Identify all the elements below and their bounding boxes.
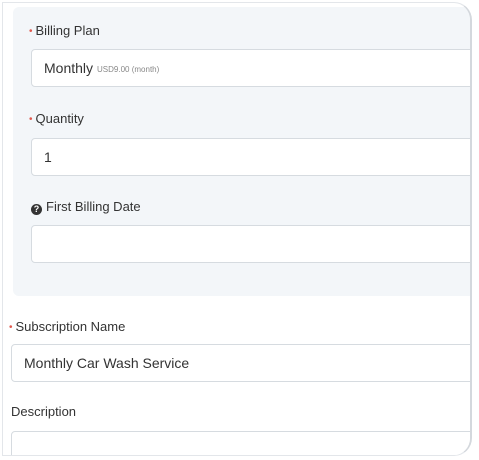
help-icon[interactable]: ? [31, 204, 42, 215]
first-billing-date-input[interactable] [31, 225, 470, 263]
description-label: Description [11, 404, 77, 419]
subscription-name-value: Monthly Car Wash Service [24, 355, 190, 371]
required-marker: • [29, 114, 33, 125]
quantity-input[interactable]: 1 [31, 138, 470, 176]
subscription-name-input[interactable]: Monthly Car Wash Service [11, 344, 470, 382]
subscription-form-card: • Billing Plan Monthly USD9.00 (month) • Q… [2, 2, 472, 456]
required-marker: • [9, 322, 13, 333]
billing-plan-label: • Billing Plan [29, 23, 100, 38]
billing-plan-price: USD9.00 (month) [97, 64, 160, 74]
first-billing-date-label: ? First Billing Date [31, 199, 141, 215]
description-input[interactable] [11, 431, 470, 455]
quantity-label: • Quantity [29, 111, 84, 126]
billing-plan-select[interactable]: Monthly USD9.00 (month) [31, 49, 470, 87]
billing-plan-value: Monthly [44, 60, 94, 76]
quantity-value: 1 [44, 149, 52, 165]
subscription-name-label: • Subscription Name [9, 319, 126, 334]
required-marker: • [29, 26, 33, 37]
